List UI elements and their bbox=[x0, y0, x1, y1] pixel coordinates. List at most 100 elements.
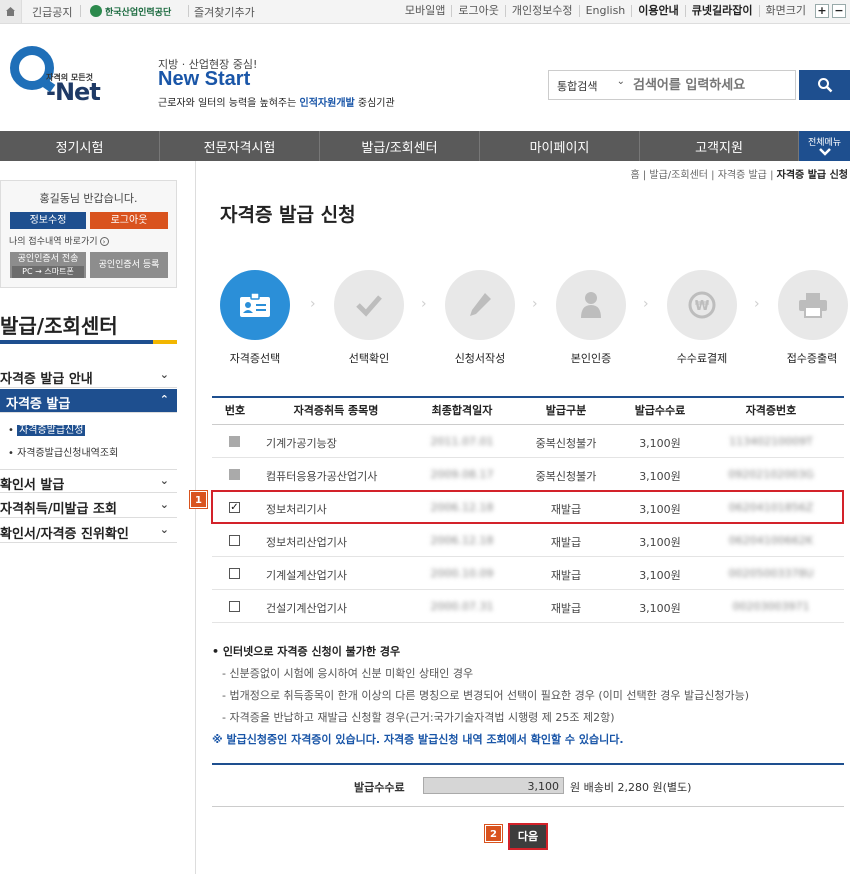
edit-info-button[interactable]: 정보수정 bbox=[10, 212, 86, 229]
column-header-no: 번호 bbox=[224, 404, 246, 417]
row-checkbox[interactable] bbox=[229, 535, 240, 546]
slogan-desc-text: 근로자와 일터의 능력을 높혀주는 bbox=[158, 98, 300, 109]
row-fee: 3,100원 bbox=[639, 536, 681, 549]
nav-regular-exam[interactable]: 정기시험 bbox=[0, 131, 160, 161]
qnet-logo[interactable]: 자격의 모든것 -Net bbox=[10, 46, 120, 108]
chevron-down-icon bbox=[818, 148, 831, 156]
column-header-type: 발급구분 bbox=[545, 404, 587, 417]
step-arrow-icon: › bbox=[421, 296, 427, 312]
notice-item: - 자격증을 반납하고 재발급 신청할 경우(근거:국가기술자격법 시행령 제 … bbox=[222, 711, 615, 724]
all-menu-button[interactable]: 전체메뉴 bbox=[799, 131, 850, 161]
nav-professional-exam[interactable]: 전문자격시험 bbox=[160, 131, 320, 161]
sidebar-sub-cert-apply[interactable]: • 자격증발급신청 bbox=[8, 421, 86, 436]
home-icon[interactable] bbox=[0, 0, 22, 23]
edit-profile-link[interactable]: 개인정보수정 bbox=[504, 5, 579, 17]
table-top-border bbox=[212, 396, 844, 398]
row-pass-date: 2011.07.01 bbox=[430, 435, 494, 448]
add-favorites-link[interactable]: 즐겨찾기추가 bbox=[194, 4, 255, 20]
row-pass-date: 2000.07.31 bbox=[430, 600, 494, 613]
top-utility-bar: 긴급공지 한국산업인력공단 즐겨찾기추가 모바일앱 로그아웃 개인정보수정 En… bbox=[0, 0, 850, 24]
notice-heading: • 인터넷으로 자격증 신청이 불가한 경우 bbox=[212, 645, 401, 658]
search-type-select[interactable]: 통합검색 ⌄ bbox=[549, 71, 631, 99]
sidebar-item-confirm-issue[interactable]: 확인서 발급 ⌄ bbox=[0, 469, 177, 493]
screen-size-label: 화면크기 bbox=[758, 5, 812, 17]
step-5-circle: ₩ bbox=[667, 270, 737, 340]
step-1-label: 자격증선택 bbox=[229, 352, 281, 365]
sidebar-item-label: 확인서/자격증 진위확인 bbox=[0, 527, 129, 542]
usage-guide-link[interactable]: 이용안내 bbox=[631, 5, 684, 17]
main-nav: 정기시험 전문자격시험 발급/조회센터 마이페이지 고객지원 전체메뉴 bbox=[0, 131, 850, 161]
emergency-notice-link[interactable]: 긴급공지 bbox=[32, 4, 72, 20]
search-input[interactable] bbox=[633, 71, 793, 99]
row-checkbox[interactable] bbox=[229, 601, 240, 612]
logout-link[interactable]: 로그아웃 bbox=[451, 5, 504, 17]
cert-transfer-label: 공인인증서 전송 bbox=[17, 254, 79, 264]
row-fee: 3,100원 bbox=[639, 437, 681, 450]
mobile-app-link[interactable]: 모바일앱 bbox=[399, 5, 451, 17]
sidebar-sub-cert-history[interactable]: • 자격증발급신청내역조회 bbox=[8, 444, 118, 459]
id-card-icon bbox=[240, 292, 270, 317]
row-divider bbox=[212, 622, 844, 623]
greeting-text: 홍길동님 반갑습니다. bbox=[39, 192, 138, 205]
logout-button[interactable]: 로그아웃 bbox=[90, 212, 168, 229]
sidebar-item-authenticity[interactable]: 확인서/자격증 진위확인 ⌄ bbox=[0, 519, 177, 543]
fee-label: 발급수수료 bbox=[354, 781, 405, 794]
breadcrumb-path[interactable]: 홈 | 발급/조회센터 | 자격증 발급 | bbox=[630, 170, 776, 181]
search-button[interactable] bbox=[799, 70, 850, 100]
step-4-circle bbox=[556, 270, 626, 340]
chevron-down-icon: ⌄ bbox=[159, 498, 169, 511]
qnet-guide-link[interactable]: 큐넷길라잡이 bbox=[684, 5, 759, 17]
row-issue-type: 재발급 bbox=[550, 602, 582, 615]
my-application-link[interactable]: 나의 접수내역 바로가기 › bbox=[9, 234, 109, 247]
column-header-cert-no: 자격증번호 bbox=[745, 404, 797, 417]
column-header-name: 자격증취득 종목명 bbox=[293, 404, 379, 417]
my-application-label: 나의 접수내역 바로가기 bbox=[9, 237, 98, 247]
nav-customer-support[interactable]: 고객지원 bbox=[640, 131, 799, 161]
sidebar-sub-label: 자격증발급신청내역조회 bbox=[17, 448, 119, 459]
step-2-label: 선택확인 bbox=[348, 352, 390, 365]
nav-mypage[interactable]: 마이페이지 bbox=[480, 131, 640, 161]
sidebar-title-accent bbox=[153, 340, 177, 344]
step-marker-2: 2 bbox=[485, 825, 502, 842]
row-cert-name: 정보처리산업기사 bbox=[266, 536, 347, 549]
cert-register-button[interactable]: 공인인증서 등록 bbox=[90, 252, 168, 278]
pencil-icon bbox=[470, 293, 491, 316]
column-header-date: 최종합격일자 bbox=[431, 404, 493, 417]
chevron-up-icon: ⌃ bbox=[159, 393, 169, 406]
bullet: • bbox=[8, 448, 18, 459]
sidebar-item-cert-issue[interactable]: 자격증 발급 ⌃ bbox=[0, 389, 177, 413]
sidebar-title-bar bbox=[0, 340, 177, 344]
divider bbox=[188, 5, 189, 17]
row-cert-number: 09202102003G bbox=[728, 468, 814, 481]
breadcrumb-current: 자격증 발급 신청 bbox=[776, 170, 848, 181]
bullet: • bbox=[8, 425, 18, 436]
row-checkbox[interactable] bbox=[229, 568, 240, 579]
chevron-down-icon: ⌄ bbox=[159, 474, 169, 487]
zoom-out-button[interactable]: − bbox=[832, 4, 846, 18]
chevron-down-icon: ⌄ bbox=[159, 368, 169, 381]
step-4-label: 본인인증 bbox=[570, 352, 612, 365]
hrdk-logo-icon bbox=[90, 5, 102, 17]
sidebar-item-label: 자격취득/미발급 조회 bbox=[0, 502, 117, 517]
row-pass-date: 2009.08.17 bbox=[430, 468, 494, 481]
step-1-circle bbox=[220, 270, 290, 340]
sidebar-item-acquire-lookup[interactable]: 자격취득/미발급 조회 ⌄ bbox=[0, 494, 177, 518]
slogan-description: 근로자와 일터의 능력을 높혀주는 인적자원개발 중심기관 bbox=[158, 94, 395, 109]
row-issue-type: 재발급 bbox=[550, 569, 582, 582]
slogan-desc-tail: 중심기관 bbox=[354, 98, 395, 109]
hrdk-logo[interactable]: 한국산업인력공단 bbox=[90, 3, 186, 19]
arrow-right-icon: › bbox=[99, 237, 109, 246]
fee-bottom-border bbox=[212, 806, 844, 807]
step-2-circle bbox=[334, 270, 404, 340]
sidebar-item-issue-guide[interactable]: 자격증 발급 안내 ⌄ bbox=[0, 364, 177, 388]
cert-transfer-button[interactable]: 공인인증서 전송 PC → 스마트폰 bbox=[10, 252, 86, 278]
next-button[interactable]: 다음 bbox=[508, 823, 548, 850]
step-6-circle bbox=[778, 270, 848, 340]
row-fee: 3,100원 bbox=[639, 470, 681, 483]
slogan-title: New Start bbox=[158, 68, 251, 90]
all-menu-label: 전체메뉴 bbox=[807, 138, 842, 148]
english-link[interactable]: English bbox=[578, 5, 632, 17]
zoom-in-button[interactable]: + bbox=[815, 4, 829, 18]
nav-issue-center[interactable]: 발급/조회센터 bbox=[320, 131, 480, 161]
search-icon bbox=[817, 78, 832, 93]
